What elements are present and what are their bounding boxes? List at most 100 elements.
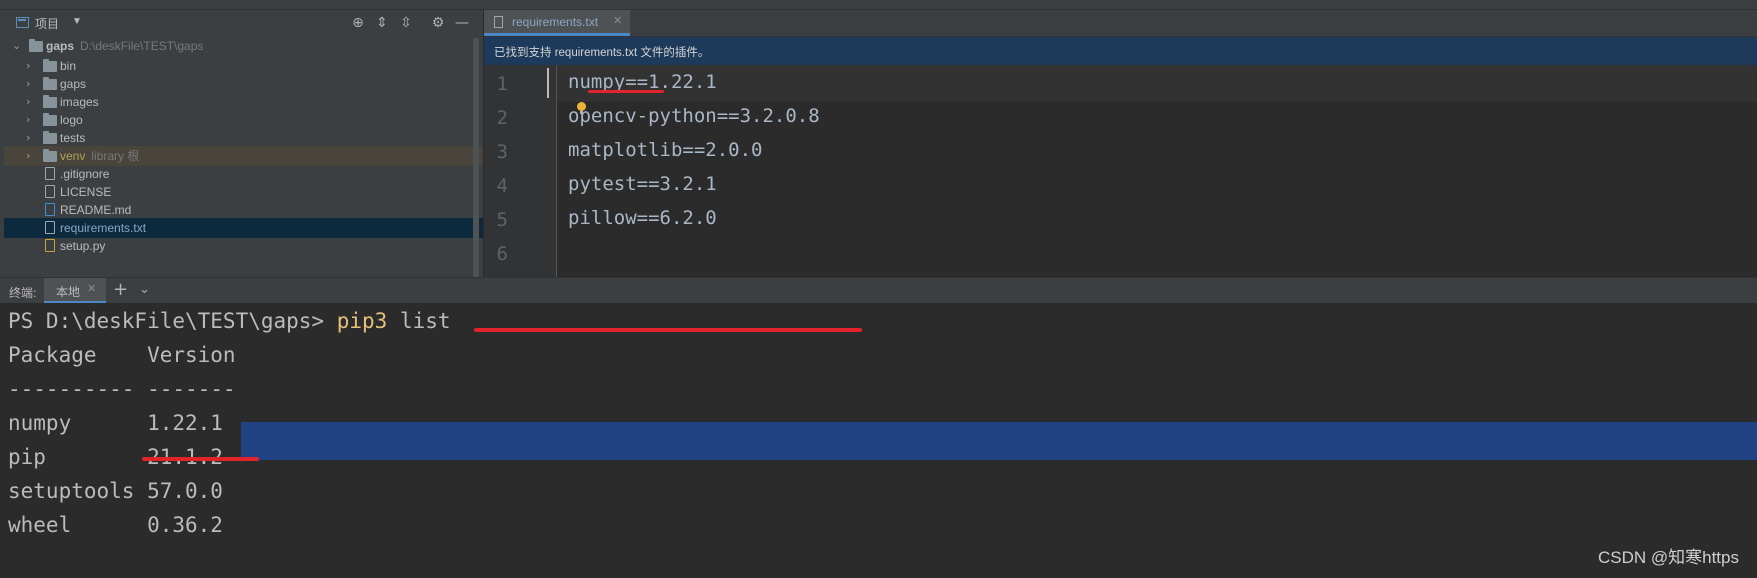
chevron-down-icon[interactable]: ⌄ <box>12 36 21 56</box>
chevron-right-icon[interactable]: › <box>26 74 30 94</box>
terminal-header: 终端: 本地 ✕ + ⌄ <box>0 277 1757 304</box>
text-file-icon <box>45 185 55 198</box>
red-underline-annotation <box>588 90 664 93</box>
tree-item-label: images <box>60 95 99 109</box>
folder-icon <box>43 149 57 162</box>
table-row: wheel 0.36.2 <box>8 513 223 537</box>
terminal-prompt-line: PS D:\deskFile\TEST\gaps> pip3 list <box>8 309 451 333</box>
markdown-file-icon <box>45 203 55 216</box>
project-panel-title[interactable]: 项目 <box>35 15 59 32</box>
tree-item-gaps[interactable]: › gaps <box>4 74 483 94</box>
tree-item-label: .gitignore <box>60 167 110 181</box>
line-number: 1 <box>496 73 508 95</box>
line-number-gutter: 1 2 3 4 5 6 <box>484 65 556 277</box>
code-line[interactable]: pytest==3.2.1 <box>568 173 717 195</box>
code-line[interactable]: pillow==6.2.0 <box>568 207 717 229</box>
folder-icon <box>29 39 43 52</box>
plugin-notification-banner: 已找到支持 requirements.txt 文件的插件。 <box>484 37 1757 65</box>
current-line-highlight <box>557 65 1757 102</box>
minimize-icon[interactable]: — <box>452 13 472 33</box>
tab-requirements[interactable]: requirements.txt ✕ <box>484 10 630 36</box>
folder-icon <box>43 95 57 108</box>
tree-item-label: requirements.txt <box>60 221 147 235</box>
tree-item-label: gaps <box>60 77 87 91</box>
tree-item-label: setup.py <box>60 239 106 253</box>
chevron-down-icon[interactable]: ▼ <box>72 16 82 27</box>
tree-item-tests[interactable]: › tests <box>4 128 483 148</box>
project-panel-header: 项目 ▼ ⊕ ⇕ ⇳ ⚙ — <box>0 10 483 36</box>
gear-icon[interactable]: ⚙ <box>428 13 448 33</box>
tree-item-label: logo <box>60 113 83 127</box>
tree-item-images[interactable]: › images <box>4 92 483 112</box>
tree-item-setup[interactable]: setup.py <box>4 236 483 256</box>
panel-scrollbar[interactable] <box>473 38 479 277</box>
tree-item-label: LICENSE <box>60 185 112 199</box>
tree-item-license[interactable]: LICENSE <box>4 182 483 202</box>
text-file-icon <box>494 16 503 28</box>
tree-item-bin[interactable]: › bin <box>4 56 483 76</box>
table-header: Package Version <box>8 343 236 367</box>
tree-item-label: venv <box>60 149 86 163</box>
close-icon[interactable]: ✕ <box>87 282 96 295</box>
terminal-title: 终端: <box>9 286 37 300</box>
red-underline-annotation <box>474 328 862 332</box>
tab-local[interactable]: 本地 ✕ <box>44 278 106 304</box>
project-window-icon <box>16 17 29 28</box>
line-number: 6 <box>496 243 508 265</box>
tree-item-path: D:\deskFile\TEST\gaps <box>80 39 204 53</box>
tree-item-root[interactable]: ⌄ gaps D:\deskFile\TEST\gaps <box>4 36 483 56</box>
red-underline-annotation <box>142 457 259 461</box>
editor-tab-bar: requirements.txt ✕ <box>484 10 1757 37</box>
title-bar <box>0 0 1757 10</box>
tab-label: requirements.txt <box>512 15 599 29</box>
tree-item-label: bin <box>60 59 77 73</box>
code-line[interactable]: opencv-python==3.2.0.8 <box>568 105 820 127</box>
tree-item-gitignore[interactable]: .gitignore <box>4 164 483 184</box>
folder-icon <box>43 59 57 72</box>
line-number: 3 <box>496 141 508 163</box>
terminal-command-args: list <box>387 309 451 333</box>
chevron-down-icon[interactable]: ⌄ <box>139 282 150 297</box>
text-selection <box>241 422 1757 460</box>
table-row: numpy 1.22.1 <box>8 411 223 435</box>
chevron-right-icon[interactable]: › <box>26 146 30 166</box>
plus-icon[interactable]: + <box>113 279 128 300</box>
chevron-right-icon[interactable]: › <box>26 92 30 112</box>
tree-item-label: README.md <box>60 203 132 217</box>
lightbulb-icon[interactable] <box>577 102 586 114</box>
collapse-all-icon[interactable]: ⇳ <box>396 13 416 33</box>
banner-text: 已找到支持 requirements.txt 文件的插件。 <box>494 47 710 59</box>
tree-item-logo[interactable]: › logo <box>4 110 483 130</box>
terminal-tab-label: 本地 <box>56 285 81 299</box>
code-line[interactable]: matplotlib==2.0.0 <box>568 139 762 161</box>
project-panel: 项目 ▼ ⊕ ⇕ ⇳ ⚙ — ⌄ gaps D:\deskFile\TEST\ga… <box>0 10 483 277</box>
tree-item-requirements[interactable]: requirements.txt <box>4 218 483 238</box>
file-icon <box>45 167 55 180</box>
package-folder-icon <box>43 77 57 90</box>
terminal-command: pip3 <box>336 309 388 333</box>
table-row: setuptools 57.0.0 <box>8 479 223 503</box>
chevron-right-icon[interactable]: › <box>26 110 30 130</box>
text-file-icon <box>45 221 55 234</box>
locate-icon[interactable]: ⊕ <box>348 13 368 33</box>
tree-item-readme[interactable]: README.md <box>4 200 483 220</box>
text-caret <box>547 68 549 98</box>
chevron-right-icon[interactable]: › <box>26 56 30 76</box>
package-folder-icon <box>43 131 57 144</box>
tree-item-venv[interactable]: › venv library 根 <box>4 146 483 166</box>
python-file-icon <box>45 239 55 252</box>
expand-all-icon[interactable]: ⇕ <box>372 13 392 33</box>
folder-icon <box>43 113 57 126</box>
terminal-output[interactable]: PS D:\deskFile\TEST\gaps> pip3 list Pack… <box>0 303 1757 578</box>
tree-item-label: tests <box>60 131 86 145</box>
watermark: CSDN @知寒https <box>1597 548 1739 567</box>
table-separator: ---------- ------- <box>8 377 236 401</box>
editor-area: requirements.txt ✕ 已找到支持 requirements.tx… <box>484 10 1757 277</box>
chevron-right-icon[interactable]: › <box>26 128 30 148</box>
line-number: 2 <box>496 107 508 129</box>
terminal-prompt: PS D:\deskFile\TEST\gaps> <box>8 309 337 333</box>
line-number: 4 <box>496 175 508 197</box>
line-number: 5 <box>496 209 508 231</box>
tree-item-hint: library 根 <box>91 149 140 163</box>
close-icon[interactable]: ✕ <box>613 14 622 27</box>
